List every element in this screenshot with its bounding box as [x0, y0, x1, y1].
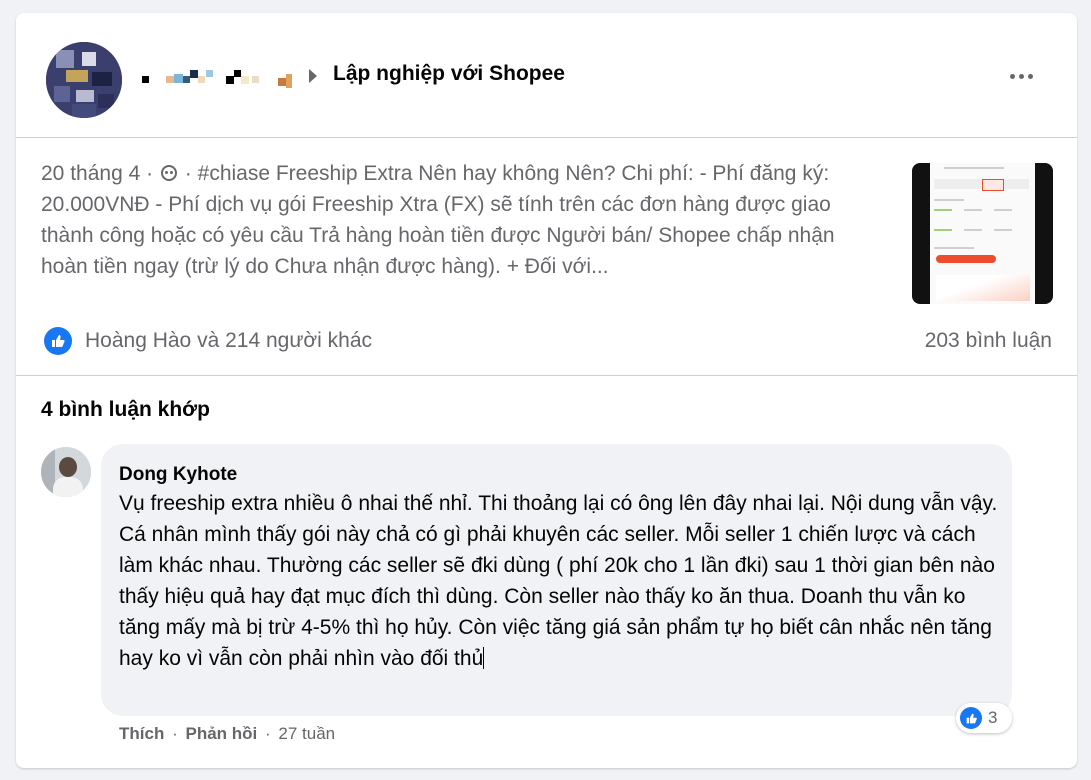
reply-comment-button[interactable]: Phản hồi — [185, 724, 257, 743]
caret-right-icon — [309, 69, 317, 83]
comment-count-link[interactable]: 203 bình luận — [925, 329, 1052, 353]
reactions-divider — [16, 375, 1077, 376]
post-card: Lập nghiệp với Shopee 20 tháng 4 · · #ch… — [16, 13, 1077, 768]
commenter-avatar[interactable] — [41, 447, 91, 497]
post-excerpt-text: #chiase Freeship Extra Nên hay không Nên… — [41, 162, 835, 278]
separator-dot: · — [146, 162, 154, 185]
post-timestamp[interactable]: 20 tháng 4 — [41, 162, 140, 185]
comment-reaction-count: 3 — [988, 708, 998, 727]
reactors-summary[interactable]: Hoàng Hào và 214 người khác — [85, 329, 372, 353]
like-comment-button[interactable]: Thích — [119, 724, 164, 743]
author-name-obscured[interactable] — [142, 66, 302, 92]
group-name-link[interactable]: Lập nghiệp với Shopee — [333, 62, 565, 86]
comment-author[interactable]: Dong Kyhote — [119, 464, 237, 486]
separator-dot: · — [184, 162, 192, 185]
separator-dot: · — [265, 724, 271, 743]
comment-reaction-pill[interactable]: 3 — [956, 703, 1012, 733]
matched-comments-title: 4 bình luận khớp — [41, 398, 210, 421]
comment-text-container: Vụ freeship extra nhiều ô nhai thế nhỉ. … — [119, 488, 1004, 674]
thumbnail-screenshot — [930, 163, 1035, 304]
author-avatar[interactable] — [46, 42, 122, 118]
header-divider — [16, 137, 1077, 138]
separator-dot: · — [172, 724, 178, 743]
post-header: Lập nghiệp với Shopee — [16, 13, 1077, 137]
like-icon[interactable] — [44, 327, 72, 355]
comment-text: Vụ freeship extra nhiều ô nhai thế nhỉ. … — [119, 492, 998, 670]
group-privacy-icon — [160, 165, 177, 181]
post-excerpt[interactable]: 20 tháng 4 · · #chiase Freeship Extra Nê… — [41, 158, 881, 282]
post-thumbnail[interactable] — [912, 163, 1053, 304]
more-icon[interactable] — [997, 58, 1045, 94]
comment-actions: Thích · Phản hồi · 27 tuần — [119, 724, 335, 744]
comment-bubble: Dong Kyhote Vụ freeship extra nhiều ô nh… — [101, 444, 1012, 716]
text-caret — [483, 647, 485, 669]
comment-age[interactable]: 27 tuần — [278, 724, 335, 743]
like-icon — [960, 707, 982, 729]
